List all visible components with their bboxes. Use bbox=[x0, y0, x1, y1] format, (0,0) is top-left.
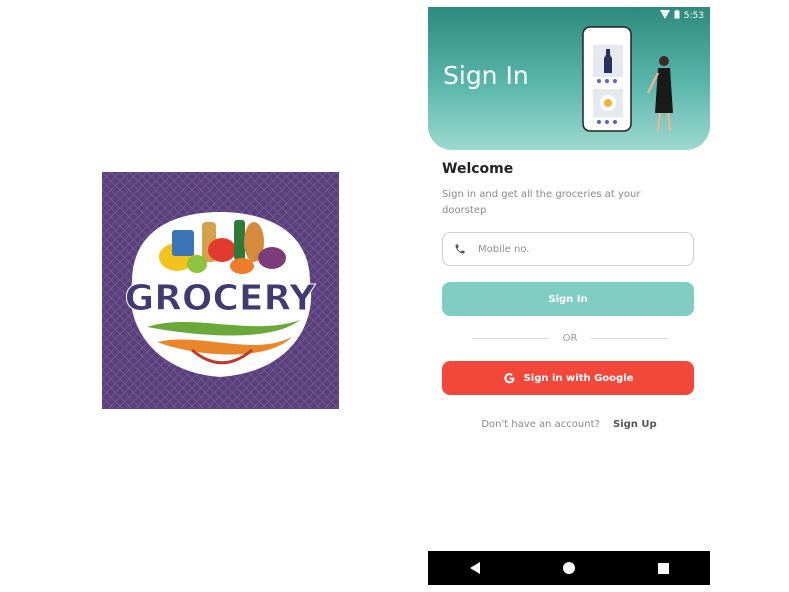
signup-prompt: Don't have an account? bbox=[481, 419, 600, 430]
sign-up-link[interactable]: Sign Up bbox=[613, 419, 657, 430]
navigation-bar bbox=[428, 551, 710, 585]
mobile-field[interactable] bbox=[442, 232, 694, 266]
back-icon[interactable] bbox=[460, 562, 490, 574]
recents-icon[interactable] bbox=[648, 562, 678, 574]
grocery-logo-icon: GROCERY bbox=[102, 172, 339, 409]
shopping-illustration-icon bbox=[582, 26, 673, 132]
signup-row: Don't have an account? Sign Up bbox=[428, 419, 710, 430]
status-bar: 5:53 bbox=[659, 10, 704, 22]
or-label: OR bbox=[562, 332, 578, 344]
divider-line-right bbox=[591, 337, 669, 339]
welcome-heading: Welcome bbox=[442, 161, 514, 177]
page-title: Sign In bbox=[443, 61, 529, 90]
divider-line-left bbox=[472, 337, 549, 339]
logo-text: GROCERY bbox=[125, 278, 317, 319]
welcome-subtitle: Sign in and get all the groceries at you… bbox=[442, 189, 641, 216]
or-divider: OR bbox=[472, 331, 669, 345]
battery-icon bbox=[674, 10, 680, 22]
google-icon bbox=[503, 372, 516, 385]
status-time: 5:53 bbox=[683, 11, 704, 21]
phone-icon bbox=[454, 243, 466, 255]
phone-screen: 5:53 Sign In Welcome Sign in and get all… bbox=[428, 7, 710, 585]
home-icon[interactable] bbox=[554, 562, 584, 574]
wifi-icon bbox=[659, 10, 670, 22]
sign-in-button[interactable]: Sign In bbox=[442, 282, 694, 316]
header: 5:53 Sign In bbox=[428, 7, 710, 150]
google-sign-in-button[interactable]: Sign in with Google bbox=[442, 361, 694, 395]
google-button-label: Sign in with Google bbox=[523, 372, 634, 384]
mobile-input[interactable] bbox=[476, 242, 660, 256]
